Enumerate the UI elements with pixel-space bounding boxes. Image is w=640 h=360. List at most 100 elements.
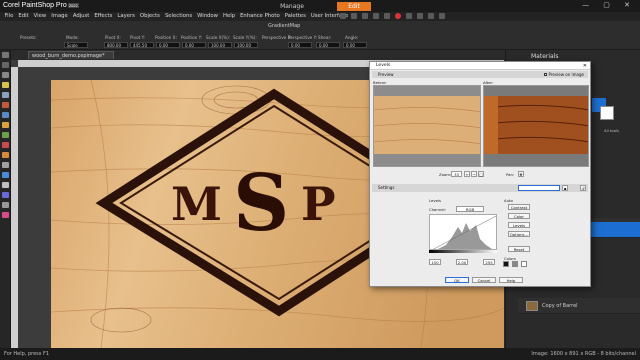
open-icon[interactable]	[351, 13, 357, 19]
histogram	[429, 214, 497, 250]
undo-icon[interactable]	[373, 13, 379, 19]
menu-palettes[interactable]: Palettes	[282, 12, 308, 21]
pen-tool-icon[interactable]	[2, 202, 9, 208]
save-preset-icon[interactable]: ▪	[562, 185, 568, 191]
selection-tool-icon[interactable]	[2, 82, 9, 88]
preview-on-image-checkbox[interactable]	[544, 73, 548, 76]
input-black-field[interactable]: 150	[429, 259, 441, 265]
makeover-tool-icon[interactable]	[2, 122, 9, 128]
input-white-field[interactable]: 255	[483, 259, 495, 265]
menu-objects[interactable]: Objects	[137, 12, 162, 21]
ok-button[interactable]: OK	[445, 277, 469, 283]
menu-adjust[interactable]: Adjust	[70, 12, 92, 21]
mode-select[interactable]: Scale	[64, 42, 88, 48]
play-icon[interactable]	[406, 13, 412, 19]
text-tool-icon[interactable]	[2, 182, 9, 188]
save-icon[interactable]	[362, 13, 368, 19]
gradient-map-label[interactable]: GradientMap	[268, 23, 300, 29]
angle-field[interactable]: 0.00	[343, 42, 367, 48]
zoom-in-icon[interactable]: +	[464, 171, 470, 177]
pivot-y-label: Pivot Y:	[130, 35, 146, 40]
menu-help[interactable]: Help	[221, 12, 238, 21]
scale-x-field[interactable]: 100.00	[208, 42, 232, 48]
pan-icon[interactable]: ✥	[518, 171, 524, 177]
menu-bar: File Edit View Image Adjust Effects Layers Obje…	[0, 12, 640, 21]
canvas-letter-m: M	[171, 177, 222, 231]
zoom-fit-icon[interactable]: □	[478, 171, 484, 177]
menu-image[interactable]: Image	[49, 12, 71, 21]
status-bar: For Help, press F1 Image: 1600 x 891 x R…	[0, 348, 640, 360]
position-x-field[interactable]: 0.00	[156, 42, 180, 48]
menu-effects[interactable]: Effects	[92, 12, 115, 21]
help-button[interactable]: Help	[499, 277, 523, 283]
record-icon[interactable]	[395, 13, 401, 19]
auto-levels-button[interactable]: Levels	[508, 222, 530, 228]
new-icon[interactable]	[340, 13, 346, 19]
all-tools-label[interactable]: All tools	[604, 128, 619, 133]
close-icon[interactable]: ✕	[583, 62, 587, 70]
document-tab[interactable]: wood_burn_demo.pspimage*	[28, 51, 114, 59]
crop-tool-icon[interactable]	[2, 92, 9, 98]
dodge-tool-icon[interactable]	[2, 162, 9, 168]
input-gamma-field[interactable]: 2.00	[456, 259, 468, 265]
preview-section-header[interactable]: Preview Preview on image	[372, 71, 588, 78]
layer-name: Copy of Barrel	[542, 303, 578, 309]
scale-x-label: Scale X(%):	[206, 35, 231, 40]
tab-edit[interactable]: Edit	[337, 2, 371, 11]
paintshop-window: Corel PaintShop Pro 2022 Manage Edit — ▢ …	[0, 0, 640, 360]
cancel-button[interactable]: Cancel	[472, 277, 496, 283]
menu-selections[interactable]: Selections	[162, 12, 194, 21]
zoom-field[interactable]: 33	[451, 171, 462, 177]
eraser-tool-icon[interactable]	[2, 152, 9, 158]
pivot-y-field[interactable]: 445.50	[130, 42, 154, 48]
pivot-x-field[interactable]: 800.00	[104, 42, 128, 48]
app-logo: Corel PaintShop Pro 2022	[3, 2, 79, 9]
clone-tool-icon[interactable]	[2, 132, 9, 138]
pan-tool-icon[interactable]	[2, 52, 9, 58]
red-eye-tool-icon[interactable]	[2, 112, 9, 118]
menu-enhance-photo[interactable]: Enhance Photo	[238, 12, 283, 21]
zoom-tool-icon[interactable]	[2, 62, 9, 68]
channel-select[interactable]: RGB	[456, 206, 484, 212]
auto-color-button[interactable]: Color	[508, 213, 530, 219]
preview-on-image-label: Preview on image	[548, 72, 584, 77]
ruler-vertical	[11, 67, 18, 348]
position-y-field[interactable]: 0.00	[182, 42, 206, 48]
warp-tool-icon[interactable]	[2, 212, 9, 218]
input-gradient-slider[interactable]	[429, 250, 497, 253]
reset-preset-icon[interactable]: ↺	[580, 185, 586, 191]
menu-layers[interactable]: Layers	[115, 12, 138, 21]
paint-brush-icon[interactable]	[2, 142, 9, 148]
window-controls[interactable]: — ▢ ✕	[582, 1, 636, 9]
tools-palette	[0, 50, 11, 348]
fill-tool-icon[interactable]	[2, 172, 9, 178]
pick-tool-icon[interactable]	[2, 72, 9, 78]
angle-label: Angle:	[345, 35, 359, 40]
shape-tool-icon[interactable]	[2, 192, 9, 198]
auto-contrast-button[interactable]: Contrast	[508, 204, 530, 210]
black-point-swatch[interactable]	[503, 261, 509, 267]
menu-file[interactable]: File	[2, 12, 16, 21]
menu-window[interactable]: Window	[195, 12, 221, 21]
gray-point-swatch[interactable]	[512, 261, 518, 267]
reset-button[interactable]: Reset	[508, 246, 530, 252]
grid-icon[interactable]	[428, 13, 434, 19]
perspective-y-field[interactable]: 0.00	[288, 42, 312, 48]
shear-field[interactable]: 0.00	[316, 42, 340, 48]
layer-row-copy-of-barrel[interactable]: Copy of Barrel	[518, 298, 640, 314]
zoom-out-icon[interactable]: −	[471, 171, 477, 177]
straighten-tool-icon[interactable]	[2, 102, 9, 108]
script-icon[interactable]	[417, 13, 423, 19]
white-point-swatch[interactable]	[521, 261, 527, 267]
redo-icon[interactable]	[384, 13, 390, 19]
settings-preset-select[interactable]	[518, 185, 560, 191]
menu-view[interactable]: View	[31, 12, 49, 21]
layout-icon[interactable]	[439, 13, 445, 19]
tab-manage[interactable]: Manage	[275, 2, 309, 11]
scale-y-field[interactable]: 100.00	[234, 42, 258, 48]
menu-edit[interactable]: Edit	[16, 12, 31, 21]
background-swatch[interactable]	[600, 106, 614, 120]
settings-label: Settings	[378, 185, 395, 190]
preview-on-image-option[interactable]: Preview on image	[544, 71, 584, 78]
auto-options-button[interactable]: Options...	[508, 231, 530, 237]
